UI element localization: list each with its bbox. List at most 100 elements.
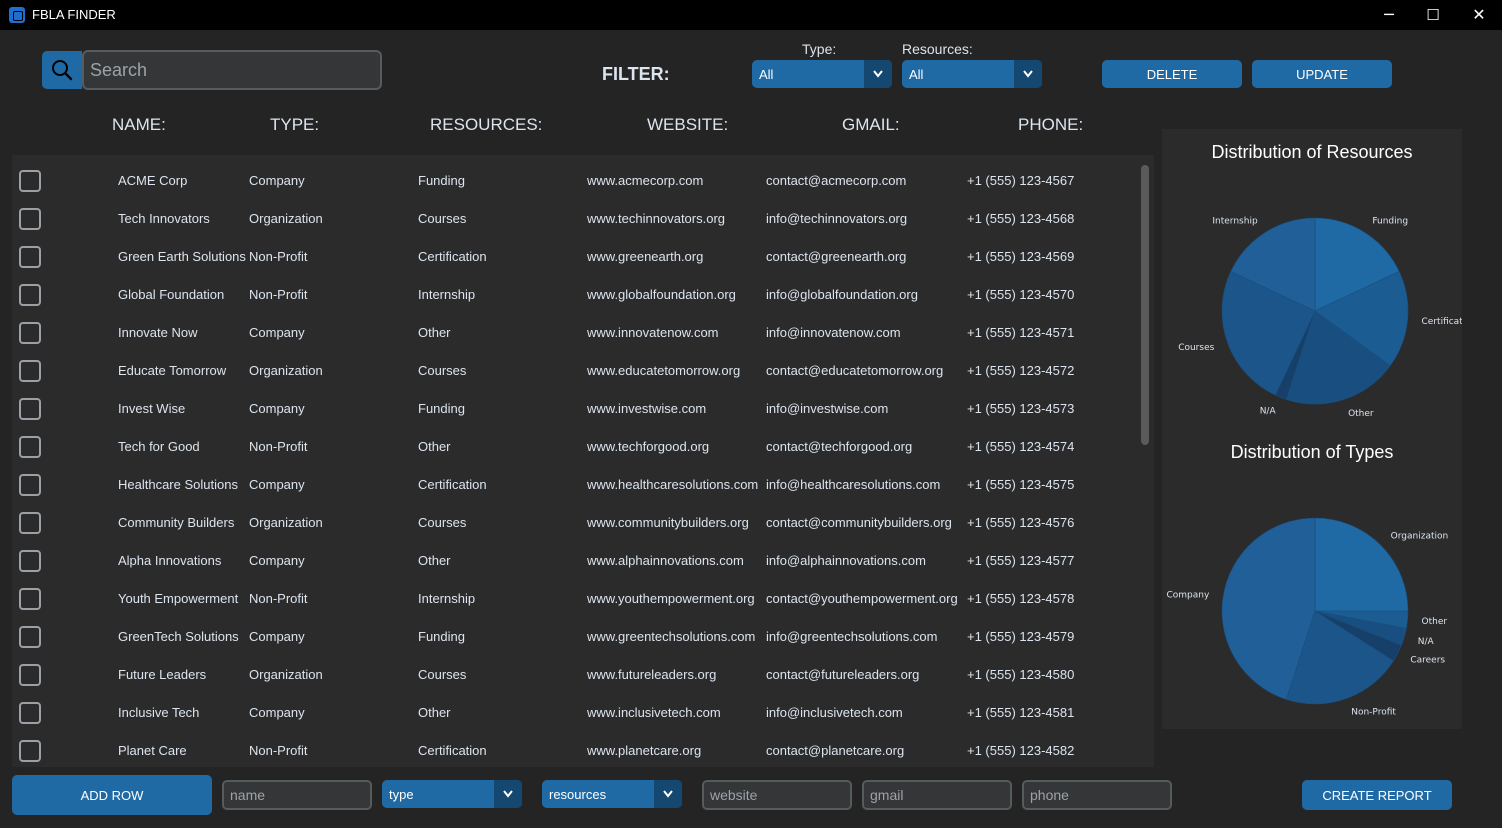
type-filter-dropdown[interactable] [864, 60, 892, 88]
window-title: FBLA FINDER [32, 7, 116, 22]
cell-website: www.alphainnovations.com [587, 553, 744, 568]
chart-panel: Distribution of Resources Funding Certifi… [1162, 129, 1462, 729]
pie-label: Company [1166, 590, 1209, 600]
cell-website: www.innovatenow.com [587, 325, 719, 340]
pie-label: Funding [1372, 217, 1408, 227]
create-report-button[interactable]: CREATE REPORT [1302, 780, 1452, 810]
cell-name: Tech Innovators [118, 211, 210, 226]
cell-website: www.techforgood.org [587, 439, 710, 454]
cell-website: www.greentechsolutions.com [587, 629, 756, 644]
pie-label: N/A [1260, 406, 1277, 416]
cell-name: ACME Corp [118, 173, 188, 188]
name-input[interactable] [222, 780, 372, 810]
cell-resources: Other [418, 705, 451, 720]
cell-type: Company [249, 477, 305, 492]
table-row: Alpha Innovations Company Other www.alphain… [12, 550, 1132, 588]
close-button[interactable]: ✕ [1456, 0, 1502, 30]
cell-phone: +1 (555) 123-4569 [967, 249, 1075, 264]
row-checkbox[interactable] [19, 512, 41, 534]
website-input[interactable] [702, 780, 852, 810]
pie-label: Organization [1391, 531, 1449, 541]
table-scrollbar[interactable] [1141, 165, 1149, 445]
column-header-phone: PHONE: [1018, 115, 1084, 134]
gmail-input[interactable] [862, 780, 1012, 810]
table-row: Youth Empowerment Non-Profit Internship www… [12, 588, 1132, 626]
row-checkbox[interactable] [19, 170, 41, 192]
row-checkbox[interactable] [19, 740, 41, 762]
phone-input[interactable] [1022, 780, 1172, 810]
cell-type: Non-Profit [249, 591, 308, 606]
cell-resources: Courses [418, 667, 467, 682]
add-row-button[interactable]: ADD ROW [12, 775, 212, 815]
delete-button[interactable]: DELETE [1102, 60, 1242, 88]
maximize-button[interactable]: ☐ [1410, 0, 1456, 30]
column-header-gmail: GMAIL: [842, 115, 900, 134]
type-filter-select[interactable]: All [752, 60, 892, 88]
resources-filter-dropdown[interactable] [1014, 60, 1042, 88]
row-checkbox[interactable] [19, 246, 41, 268]
cell-website: www.globalfoundation.org [587, 287, 736, 302]
cell-phone: +1 (555) 123-4578 [967, 591, 1075, 606]
row-checkbox[interactable] [19, 208, 41, 230]
cell-type: Non-Profit [249, 743, 308, 758]
type-select[interactable]: type [382, 780, 522, 808]
column-header-resources: RESOURCES: [430, 115, 543, 134]
cell-gmail: contact@educatetomorrow.org [766, 363, 944, 378]
cell-name: Global Foundation [118, 287, 225, 302]
cell-resources: Courses [418, 515, 467, 530]
resources-pie-chart: Funding Certification Other N/A Courses Inter… [1178, 217, 1462, 419]
cell-website: www.planetcare.org [587, 743, 702, 758]
row-checkbox[interactable] [19, 474, 41, 496]
row-checkbox[interactable] [19, 588, 41, 610]
resources-select[interactable]: resources [542, 780, 682, 808]
cell-type: Company [249, 173, 305, 188]
search-input[interactable] [82, 50, 382, 90]
cell-gmail: contact@youthempowerment.org [766, 591, 958, 606]
cell-phone: +1 (555) 123-4575 [967, 477, 1075, 492]
search-button[interactable] [42, 51, 82, 89]
row-checkbox[interactable] [19, 398, 41, 420]
cell-resources: Courses [418, 363, 467, 378]
type-select-value: type [389, 787, 414, 802]
cell-type: Company [249, 401, 305, 416]
row-checkbox[interactable] [19, 284, 41, 306]
update-button[interactable]: UPDATE [1252, 60, 1392, 88]
table-row: Tech for Good Non-Profit Other www.techforg… [12, 436, 1132, 474]
cell-website: www.inclusivetech.com [587, 705, 721, 720]
cell-phone: +1 (555) 123-4570 [967, 287, 1075, 302]
row-checkbox[interactable] [19, 626, 41, 648]
table-row: Planet Care Non-Profit Certification www.pl… [12, 740, 1132, 767]
cell-name: Educate Tomorrow [118, 363, 227, 378]
cell-resources: Internship [418, 591, 476, 606]
cell-type: Company [249, 629, 305, 644]
cell-resources: Other [418, 439, 451, 454]
chevron-down-icon [503, 790, 513, 798]
cell-resources: Courses [418, 211, 467, 226]
minimize-button[interactable]: ─ [1366, 0, 1412, 30]
cell-gmail: contact@acmecorp.com [766, 173, 907, 188]
cell-phone: +1 (555) 123-4567 [967, 173, 1075, 188]
cell-resources: Funding [418, 401, 465, 416]
resources-filter-select[interactable]: All [902, 60, 1042, 88]
table-row: ACME Corp Company Funding www.acmecorp.com c… [12, 170, 1132, 208]
cell-type: Non-Profit [249, 439, 308, 454]
row-checkbox[interactable] [19, 702, 41, 724]
cell-phone: +1 (555) 123-4582 [967, 743, 1075, 758]
cell-name: Inclusive Tech [118, 705, 200, 720]
row-checkbox[interactable] [19, 550, 41, 572]
type-filter-value: All [759, 67, 774, 82]
cell-resources: Internship [418, 287, 476, 302]
row-checkbox[interactable] [19, 436, 41, 458]
row-checkbox[interactable] [19, 322, 41, 344]
cell-name: Innovate Now [118, 325, 198, 340]
pie-label: Non-Profit [1351, 708, 1396, 718]
cell-type: Non-Profit [249, 249, 308, 264]
cell-gmail: contact@planetcare.org [766, 743, 905, 758]
resources-select-dropdown[interactable] [654, 780, 682, 808]
cell-name: Tech for Good [118, 439, 200, 454]
table-row: Healthcare Solutions Company Certification… [12, 474, 1132, 512]
row-checkbox[interactable] [19, 360, 41, 382]
cell-gmail: contact@communitybuilders.org [766, 515, 952, 530]
row-checkbox[interactable] [19, 664, 41, 686]
type-select-dropdown[interactable] [494, 780, 522, 808]
